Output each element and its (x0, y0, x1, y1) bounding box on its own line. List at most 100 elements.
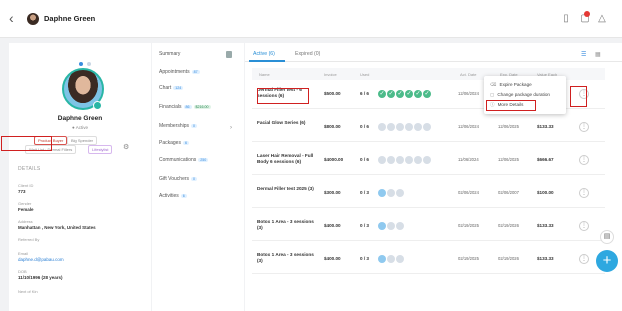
session-progress (378, 189, 404, 197)
session-dot (414, 156, 422, 164)
col-used: Used (360, 72, 370, 77)
client-name: Daphne Green (57, 115, 103, 122)
field-label: Client ID (18, 183, 34, 188)
session-dot (405, 156, 413, 164)
act-date: 12/06/2024 (458, 124, 479, 129)
nav-packages[interactable]: Packages 6 (159, 140, 189, 146)
collapse-icon[interactable] (226, 51, 232, 58)
section-nav: Summary Appointments 87 Chart 124 › Financ… (152, 43, 244, 311)
session-dot (423, 90, 431, 98)
session-progress (378, 123, 431, 131)
session-dot (405, 123, 413, 131)
tab-expired[interactable]: Expired (0) (295, 51, 320, 57)
nav-financials[interactable]: Financials 86 $216.00 (159, 104, 211, 110)
back-chevron-icon[interactable]: ‹ (9, 11, 14, 25)
session-dot (414, 123, 422, 131)
highlight-package-name (257, 88, 309, 104)
invoice-amount: $300.00 (324, 190, 341, 195)
email-link[interactable]: daphne.d@pabau.com (18, 257, 64, 262)
tab-active-indicator (249, 60, 285, 62)
package-name[interactable]: Botox 1 Area - 3 sessions (3) (257, 219, 317, 231)
col-invoice: Invoice (324, 72, 337, 77)
table-row[interactable]: Botox 1 Area - 3 sessions (3) $400.00 0 / … (252, 213, 605, 241)
details-heading: DETAILS (18, 166, 41, 172)
table-row[interactable]: Laser Hair Removal - Full Body 6 session… (252, 147, 605, 175)
menu-change-duration[interactable]: ▢ Change package duration (490, 92, 550, 98)
nav-communications[interactable]: Communications 250 (159, 157, 209, 163)
menu-expire-package[interactable]: ⌫ Expire Package (490, 82, 532, 88)
list-view-icon[interactable]: ☰ (581, 51, 586, 58)
session-dot (378, 255, 386, 263)
act-date: 11/06/2024 (458, 157, 479, 162)
session-dot (378, 189, 386, 197)
nav-summary[interactable]: Summary (159, 51, 180, 57)
act-date: 02/19/2025 (458, 223, 479, 228)
more-options-icon[interactable]: ⋮ (579, 122, 589, 132)
more-options-icon[interactable]: ⋮ (579, 188, 589, 198)
highlight-packages (1, 136, 52, 151)
field-value: 773 (18, 189, 26, 194)
session-dot (378, 222, 386, 230)
tab-active[interactable]: Active (6) (253, 51, 275, 57)
exp-date: 02/19/2026 (498, 223, 519, 228)
client-status: ● Active (72, 125, 88, 130)
highlight-more-details (486, 100, 536, 111)
table-row[interactable]: Facial Glow Series (6) $800.00 0 / 6 12/06/… (252, 114, 605, 142)
field-value: 11/10/1996 (28 years) (18, 275, 63, 280)
nav-chart[interactable]: Chart 124 (159, 85, 184, 91)
session-dot (378, 90, 386, 98)
field-label: Gender (18, 201, 32, 206)
nav-appointments[interactable]: Appointments 87 (159, 69, 200, 75)
tag-lifestylist[interactable]: Lifestylist (88, 145, 113, 154)
more-options-icon[interactable]: ⋮ (579, 254, 589, 264)
invoice-amount: $400.00 (324, 223, 341, 228)
more-options-icon[interactable]: ⋮ (579, 221, 589, 231)
nav-activities[interactable]: Activities 6 (159, 193, 187, 199)
value-each: $666.67 (537, 157, 554, 162)
client-avatar-small (27, 13, 39, 25)
top-bar: ‹ Daphne Green ▯ ▢ △ (0, 0, 622, 38)
session-dot (396, 255, 404, 263)
act-date: 02/19/2025 (458, 256, 479, 261)
highlight-kebab (570, 86, 587, 107)
nav-memberships[interactable]: Memberships 0 (159, 123, 198, 129)
tab-divider (245, 61, 622, 62)
field-label: Email (18, 251, 29, 256)
session-progress (378, 255, 404, 263)
field-value: Manhattan , New York, United States (18, 225, 96, 230)
add-button[interactable]: + (596, 250, 618, 272)
tag-big-spender[interactable]: Big Spender (67, 136, 98, 145)
warning-icon[interactable]: △ (597, 13, 607, 25)
avatar-edit-icon[interactable] (93, 101, 102, 110)
field-value: Female (18, 207, 34, 212)
package-name[interactable]: Dermal Filler test 2025 (3) (257, 186, 317, 192)
session-progress (378, 222, 404, 230)
session-dot (387, 123, 395, 131)
calendar-icon[interactable]: ▤ (600, 230, 614, 244)
exp-date: 02/19/2026 (498, 256, 519, 261)
nav-gift-vouchers[interactable]: Gift Vouchers 0 (159, 176, 198, 182)
gear-icon[interactable]: ⚙ (123, 143, 129, 151)
package-name[interactable]: Facial Glow Series (6) (257, 120, 317, 126)
grid-view-icon[interactable]: ▦ (595, 51, 601, 58)
session-dot (423, 123, 431, 131)
chevron-right-icon[interactable]: › (230, 125, 232, 131)
session-dot (396, 189, 404, 197)
table-row[interactable]: Dermal Filler test 2025 (3) $300.00 0 / 30… (252, 180, 605, 208)
exp-date: 12/06/2025 (498, 157, 519, 162)
table-row[interactable]: Botox 1 Area - 3 sessions (3) $400.00 0 / … (252, 246, 605, 274)
session-dot (396, 90, 404, 98)
package-name[interactable]: Laser Hair Removal - Full Body 6 session… (257, 153, 317, 165)
session-dot (378, 123, 386, 131)
notification-badge (584, 11, 590, 17)
exp-date: 12/06/2025 (498, 124, 519, 129)
phone-icon[interactable]: ▯ (561, 13, 571, 25)
header-client-name: Daphne Green (44, 14, 96, 23)
value-each: $100.00 (537, 190, 554, 195)
package-name[interactable]: Botox 1 Area - 3 sessions (3) (257, 252, 317, 264)
invoice-amount: $800.00 (324, 124, 341, 129)
session-dot (414, 90, 422, 98)
session-dot (387, 222, 395, 230)
session-dot (378, 156, 386, 164)
more-options-icon[interactable]: ⋮ (579, 155, 589, 165)
